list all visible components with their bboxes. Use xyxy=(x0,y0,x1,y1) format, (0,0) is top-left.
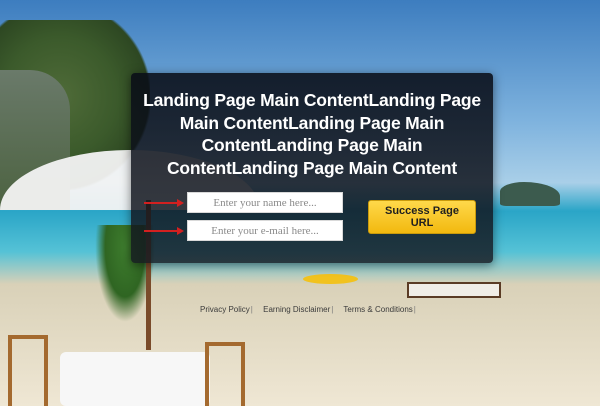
footer-links: Privacy Policy| Earning Disclaimer| Term… xyxy=(200,305,440,317)
terms-conditions-link[interactable]: Terms & Conditions xyxy=(343,305,412,314)
email-field[interactable] xyxy=(187,220,343,241)
headline: Landing Page Main ContentLanding Page Ma… xyxy=(143,90,481,178)
name-field[interactable] xyxy=(187,192,343,213)
earning-disclaimer-link[interactable]: Earning Disclaimer xyxy=(263,305,330,314)
separator: | xyxy=(250,305,253,314)
arrow-right-icon xyxy=(144,227,184,235)
optin-panel: Landing Page Main ContentLanding Page Ma… xyxy=(131,73,493,263)
chair-right xyxy=(205,342,245,406)
separator: | xyxy=(413,305,416,314)
kayak xyxy=(303,274,358,284)
beach-lounger xyxy=(407,282,501,298)
chair-left xyxy=(8,335,48,406)
arrow-right-icon xyxy=(144,199,184,207)
dining-table xyxy=(60,352,210,406)
privacy-policy-link[interactable]: Privacy Policy xyxy=(200,305,250,314)
separator: | xyxy=(331,305,334,314)
submit-button[interactable]: Success Page URL xyxy=(368,200,476,234)
